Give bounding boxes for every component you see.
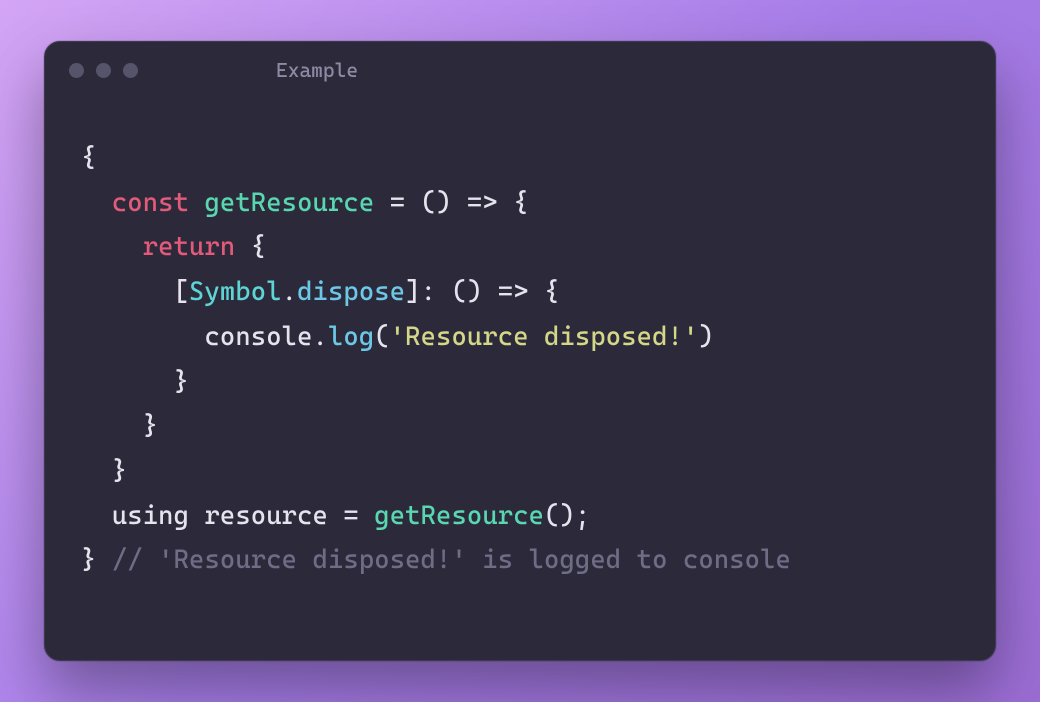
brace-token: } — [81, 545, 96, 575]
brace-token: } — [174, 367, 189, 397]
space — [328, 501, 343, 531]
identifier-token: resource — [204, 501, 327, 531]
indent — [81, 456, 112, 486]
window-title: Example — [276, 58, 358, 82]
space — [498, 188, 513, 218]
indent — [81, 232, 143, 262]
bracket-token: [ — [174, 277, 189, 307]
space — [359, 501, 374, 531]
string-token: 'Resource disposed!' — [390, 322, 699, 352]
function-call-token: getResource — [374, 501, 544, 531]
parens-token: () — [421, 188, 452, 218]
space — [529, 277, 544, 307]
indent — [81, 277, 174, 307]
space — [374, 188, 389, 218]
paren-token: ) — [698, 322, 713, 352]
keyword-token: const — [112, 188, 189, 218]
parens-token: () — [544, 501, 575, 531]
brace-token: } — [112, 456, 127, 486]
space — [405, 188, 420, 218]
brace-token: } — [143, 411, 158, 441]
space — [482, 277, 497, 307]
code-window: Example { const getResource = () => { re… — [44, 41, 996, 661]
indent — [81, 188, 112, 218]
code-line: } — [81, 449, 959, 494]
window-titlebar: Example — [45, 42, 995, 98]
code-line: return { — [81, 225, 959, 270]
dot-token: . — [313, 322, 328, 352]
code-line: { — [81, 136, 959, 181]
code-line: using resource = getResource(); — [81, 494, 959, 539]
paren-token: ( — [374, 322, 389, 352]
identifier-token: getResource — [204, 188, 374, 218]
minimize-icon[interactable] — [96, 63, 111, 78]
keyword-token: using — [112, 501, 189, 531]
bracket-token: ] — [405, 277, 420, 307]
builtin-token: Symbol — [189, 277, 282, 307]
code-editor: { const getResource = () => { return { [… — [45, 98, 995, 603]
operator-token: = — [390, 188, 405, 218]
indent — [81, 322, 204, 352]
space — [436, 277, 451, 307]
arrow-token: => — [498, 277, 529, 307]
keyword-token: return — [143, 232, 236, 262]
identifier-token: console — [204, 322, 312, 352]
semicolon-token: ; — [575, 501, 590, 531]
comment-token: // 'Resource disposed!' is logged to con… — [112, 545, 791, 575]
space — [189, 188, 204, 218]
code-line: } // 'Resource disposed!' is logged to c… — [81, 538, 959, 583]
colon-token: : — [421, 277, 436, 307]
code-line: [Symbol.dispose]: () => { — [81, 270, 959, 315]
brace-token: { — [513, 188, 528, 218]
operator-token: = — [343, 501, 358, 531]
maximize-icon[interactable] — [123, 63, 138, 78]
space — [235, 232, 250, 262]
code-line: const getResource = () => { — [81, 181, 959, 226]
code-line: } — [81, 404, 959, 449]
indent — [81, 501, 112, 531]
brace-token: { — [544, 277, 559, 307]
brace-token: { — [81, 143, 96, 173]
member-token: dispose — [297, 277, 405, 307]
indent — [81, 411, 143, 441]
space — [96, 545, 111, 575]
space — [451, 188, 466, 218]
brace-token: { — [251, 232, 266, 262]
indent — [81, 367, 174, 397]
close-icon[interactable] — [69, 63, 84, 78]
space — [189, 501, 204, 531]
dot-token: . — [282, 277, 297, 307]
arrow-token: => — [467, 188, 498, 218]
method-token: log — [328, 322, 374, 352]
code-line: } — [81, 360, 959, 405]
code-line: console.log('Resource disposed!') — [81, 315, 959, 360]
parens-token: () — [451, 277, 482, 307]
